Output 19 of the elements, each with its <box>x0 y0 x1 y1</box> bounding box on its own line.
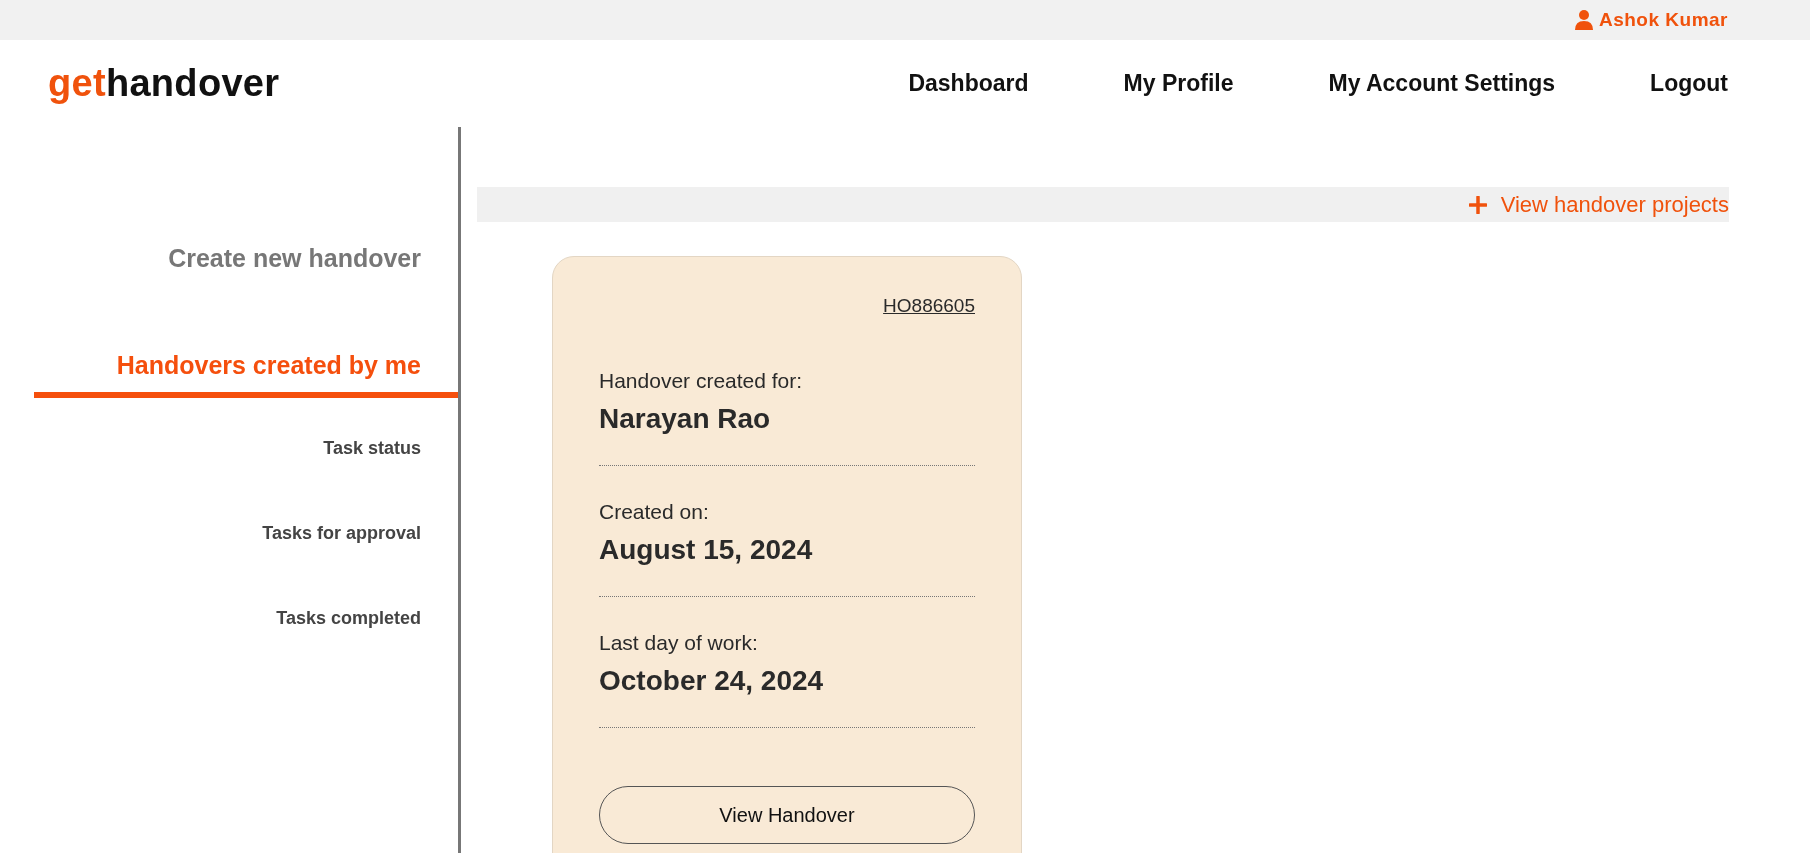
plus-icon <box>1468 195 1487 214</box>
nav-link[interactable]: Dashboard <box>908 70 1029 97</box>
person-icon <box>1574 10 1593 30</box>
field-value: October 24, 2024 <box>599 665 824 697</box>
sidebar-item[interactable]: Handovers created by me <box>34 351 458 398</box>
field-label: Created on: <box>599 500 709 524</box>
field-value: August 15, 2024 <box>599 534 813 566</box>
sidebar-item[interactable]: Create new handover <box>34 244 458 291</box>
nav-link[interactable]: My Profile <box>1123 70 1234 97</box>
nav-link[interactable]: Logout <box>1650 70 1728 97</box>
field-label: Last day of work: <box>599 631 758 655</box>
handover-id-link[interactable]: HO886605 <box>599 295 975 317</box>
sidebar-item[interactable]: Tasks for approval <box>34 523 458 544</box>
nav-link[interactable]: My Account Settings <box>1328 70 1556 97</box>
sidebar-item[interactable]: Tasks completed <box>34 608 458 629</box>
sidebar-item[interactable]: Task status <box>34 438 458 459</box>
logo[interactable]: gethandover <box>48 62 280 105</box>
field-value: Narayan Rao <box>599 403 771 435</box>
field-label: Handover created for: <box>599 369 803 393</box>
